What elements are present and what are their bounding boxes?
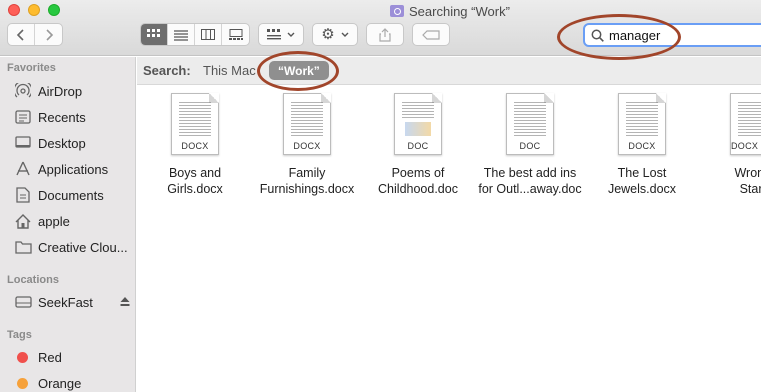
sidebar-item-label: Recents: [38, 109, 86, 125]
group-by-button[interactable]: [258, 23, 304, 46]
tags-header: Tags: [7, 329, 32, 341]
sidebar-item-tag-red[interactable]: Red: [14, 346, 62, 368]
sidebar-item-seekfast[interactable]: SeekFast: [14, 291, 130, 313]
file-item[interactable]: DOCX Family Furnishings.docx: [251, 93, 363, 197]
share-icon: [379, 27, 391, 42]
locations-header: Locations: [7, 274, 59, 286]
sidebar-item-documents[interactable]: Documents: [14, 184, 104, 206]
sidebar-item-desktop[interactable]: Desktop: [14, 132, 86, 154]
gallery-view-button[interactable]: [222, 24, 249, 45]
sidebar-item-label: Applications: [38, 161, 109, 177]
window-title: Searching “Work”: [390, 2, 510, 20]
window-title-text: Searching “Work”: [409, 3, 510, 19]
sidebar-item-label: Red: [38, 349, 62, 365]
window-toolbar: Searching “Work” ⚙: [0, 0, 761, 56]
applications-icon: [14, 160, 32, 178]
sidebar-item-label: Creative Clou...: [38, 239, 128, 255]
view-mode-control: [140, 23, 250, 46]
file-name: Wrong aStart.d: [734, 166, 761, 196]
sidebar-item-airdrop[interactable]: AirDrop: [14, 80, 82, 102]
file-name: The Lost Jewels.docx: [607, 166, 677, 196]
smart-folder-icon: [390, 5, 404, 17]
docx-file-icon: DOCX: [171, 93, 219, 155]
action-menu-button[interactable]: ⚙: [312, 23, 358, 46]
column-view-icon: [201, 28, 215, 40]
file-type-label: DOCX: [181, 141, 209, 151]
recents-icon: [14, 108, 32, 126]
list-view-button[interactable]: [168, 24, 195, 45]
chevron-down-icon: [341, 32, 349, 37]
sidebar-item-label: Desktop: [38, 135, 86, 151]
file-item[interactable]: DOCX The Lost Jewels.docx: [586, 93, 698, 197]
scope-label: Search:: [143, 63, 191, 78]
sidebar-item-label: Documents: [38, 187, 104, 203]
file-type-label: DOCX: [731, 141, 759, 151]
file-item[interactable]: DOCX Boys and Girls.docx: [139, 93, 251, 197]
file-name: The best add ins for Outl...away.doc: [478, 166, 582, 196]
file-name: Family Furnishings.docx: [259, 166, 355, 196]
zoom-button[interactable]: [48, 4, 60, 16]
tag-button[interactable]: [412, 23, 450, 46]
group-by-icon: [267, 29, 281, 40]
eject-icon[interactable]: [120, 295, 130, 310]
minimize-button[interactable]: [28, 4, 40, 16]
search-icon: [591, 29, 604, 42]
documents-icon: [14, 186, 32, 204]
chevron-right-icon: [45, 28, 53, 41]
forward-button[interactable]: [35, 24, 62, 45]
sidebar-item-label: apple: [38, 213, 70, 229]
file-type-label: DOC: [407, 141, 429, 151]
search-scope-bar: Search: This Mac “Work”: [137, 57, 761, 85]
icon-view-button[interactable]: [141, 24, 168, 45]
folder-icon: [14, 238, 32, 256]
red-tag-dot: [17, 351, 28, 363]
desktop-icon: [14, 134, 32, 152]
icon-view-icon: [147, 28, 160, 37]
file-type-label: DOCX: [293, 141, 321, 151]
file-item[interactable]: DOC The best add ins for Outl...away.doc: [474, 93, 586, 197]
tag-icon: [422, 29, 440, 40]
file-type-label: DOCX: [628, 141, 656, 151]
favorites-header: Favorites: [7, 62, 56, 74]
gear-icon: ⚙: [321, 26, 335, 43]
docx-file-icon: DOCX: [730, 93, 761, 155]
search-field[interactable]: [583, 23, 761, 47]
back-button[interactable]: [8, 24, 35, 45]
airdrop-icon: [14, 82, 32, 100]
sidebar-item-applications[interactable]: Applications: [14, 158, 108, 180]
gallery-view-icon: [228, 28, 243, 40]
chevron-down-icon: [287, 32, 295, 37]
doc-file-icon: DOC: [394, 93, 442, 155]
docx-file-icon: DOCX: [618, 93, 666, 155]
chevron-left-icon: [16, 28, 24, 41]
scope-work-button[interactable]: “Work”: [269, 61, 329, 80]
sidebar-item-label: AirDrop: [38, 83, 83, 99]
docx-file-icon: DOCX: [283, 93, 331, 155]
sidebar-item-apple[interactable]: apple: [14, 210, 70, 232]
column-view-button[interactable]: [195, 24, 222, 45]
sidebar-item-tag-orange[interactable]: Orange: [14, 372, 81, 392]
file-item[interactable]: DOCX Wrong aStart.d: [698, 93, 761, 197]
file-name: Poems of Childhood.doc: [378, 166, 458, 196]
sidebar-item-label: SeekFast: [38, 294, 93, 310]
sidebar-item-recents[interactable]: Recents: [14, 106, 86, 128]
file-name: Boys and Girls.docx: [167, 166, 223, 196]
close-button[interactable]: [8, 4, 20, 16]
doc-file-icon: DOC: [506, 93, 554, 155]
file-type-label: DOC: [519, 141, 541, 151]
drive-icon: [14, 293, 32, 311]
scope-this-mac-button[interactable]: This Mac: [203, 63, 256, 78]
search-input[interactable]: [609, 27, 729, 43]
file-item[interactable]: DOC Poems of Childhood.doc: [362, 93, 474, 197]
back-forward-control: [7, 23, 63, 46]
orange-tag-dot: [17, 377, 28, 389]
sidebar-item-creative-cloud[interactable]: Creative Clou...: [14, 236, 128, 258]
sidebar: Favorites AirDrop Recents Desktop Applic…: [0, 57, 136, 392]
sidebar-item-label: Orange: [38, 375, 82, 391]
share-button[interactable]: [366, 23, 404, 46]
list-view-icon: [174, 29, 188, 41]
home-icon: [14, 212, 32, 230]
